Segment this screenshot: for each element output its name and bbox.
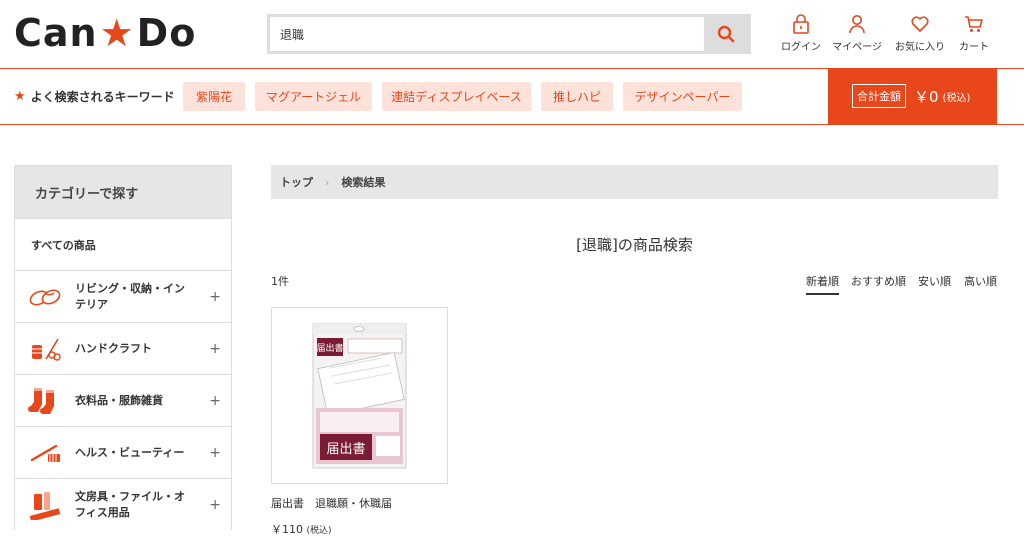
- keywords-divider: [0, 124, 1024, 125]
- logo-text-do: Do: [136, 11, 197, 55]
- keyword-chip[interactable]: 推しハピ: [541, 82, 613, 111]
- svg-text:届出書: 届出書: [316, 342, 343, 354]
- expand-plus-icon[interactable]: +: [209, 445, 221, 461]
- logo-star-icon: ★: [99, 11, 135, 55]
- sidebar-item-label: 衣料品・服飾雑貨: [75, 393, 163, 407]
- toothbrush-icon: [15, 440, 75, 466]
- sidebar-item-label: 文房具・ファイル・オフィス用品: [75, 489, 185, 519]
- sewing-icon: [15, 335, 75, 363]
- lock-icon: [793, 14, 809, 34]
- cart-total[interactable]: 合計金額 ￥0 (税込): [828, 68, 997, 124]
- mypage-link[interactable]: マイページ: [827, 14, 887, 53]
- sort-cheapest[interactable]: 安い順: [918, 273, 951, 289]
- sidebar-item-handcraft[interactable]: ハンドクラフト +: [15, 322, 231, 374]
- sidebar-item-living[interactable]: リビング・収納・インテリア +: [15, 270, 231, 322]
- keyword-chip[interactable]: 紫陽花: [183, 82, 245, 111]
- expand-plus-icon[interactable]: +: [209, 289, 221, 305]
- cart-link[interactable]: カート: [944, 14, 1004, 53]
- breadcrumb-current: 検索結果: [341, 176, 386, 189]
- sort-newest[interactable]: 新着順: [806, 273, 839, 295]
- sidebar-item-clothing[interactable]: 衣料品・服飾雑貨 +: [15, 374, 231, 426]
- star-icon: ★: [14, 89, 26, 104]
- total-label: 合計金額: [852, 84, 906, 108]
- keyword-chip[interactable]: デザインペーパー: [623, 82, 742, 111]
- logo-text-can: Can: [14, 11, 98, 55]
- breadcrumb-home[interactable]: トップ: [280, 174, 313, 190]
- login-link[interactable]: ログイン: [771, 14, 831, 53]
- popular-keywords-label: ★ よく検索されるキーワード: [14, 88, 175, 105]
- site-header: Can ★ Do ログイン マイページ お気に入り: [0, 0, 1024, 68]
- category-sidebar: カテゴリーで探す すべての商品 リビング・収納・インテリア + ハンドクラフト …: [14, 165, 232, 530]
- product-image: 届出書 届出書: [312, 323, 407, 469]
- keyword-chip[interactable]: 連結ディスプレイベース: [382, 82, 531, 111]
- socks-icon: [15, 386, 75, 416]
- sidebar-item-stationery[interactable]: 文房具・ファイル・オフィス用品 +: [15, 478, 231, 530]
- login-label: ログイン: [781, 42, 821, 53]
- cart-label: カート: [959, 42, 989, 53]
- favorites-link[interactable]: お気に入り: [890, 14, 950, 53]
- search-input[interactable]: [270, 17, 704, 51]
- sidebar-item-label: ハンドクラフト: [75, 341, 152, 355]
- expand-plus-icon[interactable]: +: [209, 341, 221, 357]
- favorites-label: お気に入り: [895, 42, 945, 53]
- sidebar-item-all-products[interactable]: すべての商品: [15, 218, 231, 270]
- site-logo[interactable]: Can ★ Do: [14, 11, 197, 55]
- price-value: ￥110: [271, 523, 303, 536]
- person-icon: [849, 15, 865, 34]
- search-box: [267, 14, 751, 54]
- total-tax-note: (税込): [942, 92, 971, 104]
- svg-text:届出書: 届出書: [326, 442, 365, 457]
- category-heading: カテゴリーで探す: [15, 166, 231, 218]
- product-price: ￥110 (税込): [271, 521, 332, 537]
- mypage-label: マイページ: [832, 42, 882, 53]
- sidebar-item-label: リビング・収納・インテリア: [75, 281, 185, 311]
- popular-keywords-text: よく検索されるキーワード: [30, 90, 175, 104]
- sidebar-item-health-beauty[interactable]: ヘルス・ビューティー +: [15, 426, 231, 478]
- keyword-chip[interactable]: マグアートジェル: [255, 82, 372, 111]
- search-button[interactable]: [704, 17, 748, 51]
- expand-plus-icon[interactable]: +: [209, 393, 221, 409]
- cart-icon: [965, 16, 983, 32]
- breadcrumb-separator: ›: [325, 175, 330, 189]
- heart-icon: [911, 16, 929, 32]
- slippers-icon: [15, 286, 75, 308]
- product-name[interactable]: 届出書 退職願・休職届: [271, 495, 392, 511]
- price-tax-note: (税込): [306, 526, 332, 536]
- page-title: [退職]の商品検索: [576, 236, 693, 254]
- search-icon: [717, 25, 735, 43]
- sort-highest[interactable]: 高い順: [964, 273, 997, 289]
- stationery-icon: [15, 490, 75, 520]
- sidebar-item-label: ヘルス・ビューティー: [75, 445, 185, 459]
- breadcrumb: トップ › 検索結果: [271, 165, 998, 199]
- sort-recommended[interactable]: おすすめ順: [851, 273, 906, 289]
- result-count: 1件: [271, 275, 289, 288]
- expand-plus-icon[interactable]: +: [209, 497, 221, 513]
- total-amount: ￥0: [914, 87, 939, 106]
- product-card[interactable]: 届出書 届出書: [271, 307, 448, 484]
